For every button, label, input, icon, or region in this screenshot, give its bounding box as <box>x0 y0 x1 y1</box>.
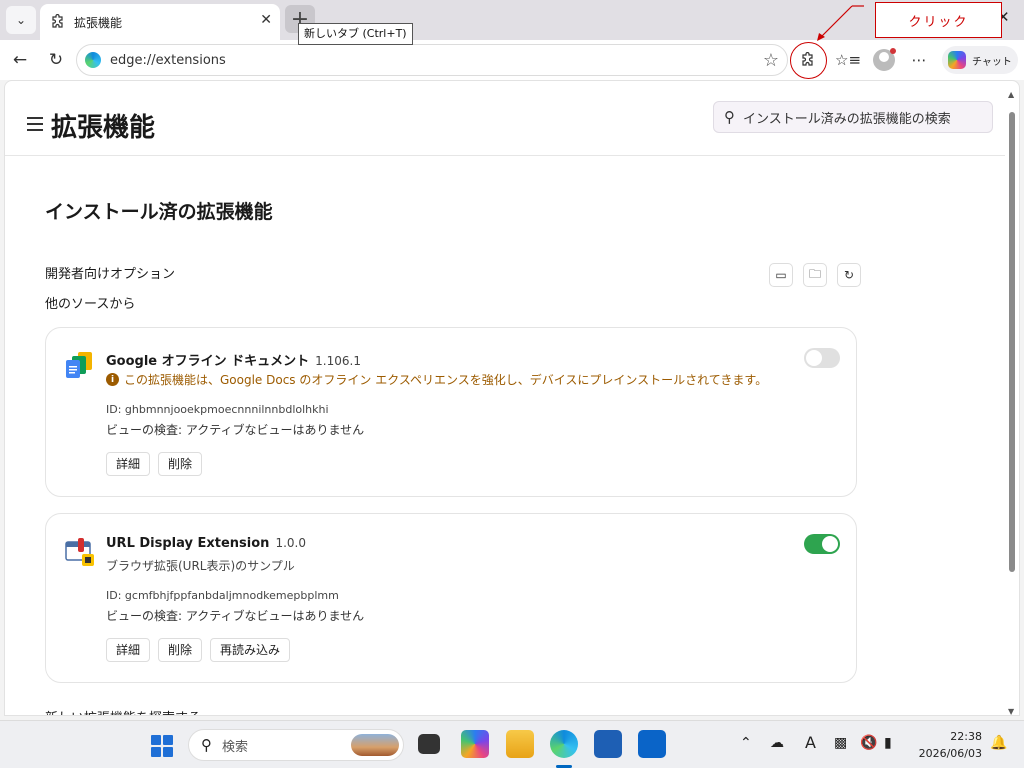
system-clock[interactable]: 22:38 2026/06/03 <box>916 728 982 762</box>
annotation-circle <box>790 42 827 79</box>
favorite-star-icon[interactable]: ☆ <box>763 50 779 71</box>
search-highlight-image <box>351 734 399 756</box>
extension-description: ブラウザ拡張(URL表示)のサンプル <box>106 559 295 573</box>
extension-toggle[interactable] <box>804 534 840 554</box>
explore-extensions-heading: 新しい拡張機能を探索する <box>45 707 201 715</box>
annotation-callout: クリック <box>875 2 1002 38</box>
extension-id: ID: ghbmnnjooekpmoecnnnilnnbdlolhkhi <box>106 403 329 416</box>
clock-date: 2026/06/03 <box>918 747 982 760</box>
ime-indicator[interactable]: A <box>805 733 816 752</box>
header-divider <box>5 155 1005 156</box>
extension-title: URL Display Extension <box>106 536 270 551</box>
extension-title: Google オフライン ドキュメント <box>106 354 310 369</box>
extension-name: URL Display Extension 1.0.0 <box>106 536 306 551</box>
cloud-off-icon[interactable]: ☁ <box>770 735 784 751</box>
other-sources-label: 他のソースから <box>45 297 136 312</box>
more-options-icon[interactable]: ⋯ <box>907 48 931 72</box>
scroll-down-icon[interactable]: ▼ <box>1008 707 1014 716</box>
tab-extensions[interactable]: 拡張機能 ✕ <box>40 4 280 40</box>
favorites-icon[interactable]: ☆≡ <box>835 48 861 72</box>
update-icon[interactable]: ↻ <box>837 263 861 287</box>
menu-icon[interactable] <box>27 117 43 131</box>
extension-card: Google オフライン ドキュメント 1.106.1 i この拡張機能は、Goo… <box>45 327 857 497</box>
taskbar-search[interactable]: ⚲ 検索 <box>188 729 404 761</box>
copilot-icon <box>948 51 966 69</box>
refresh-icon[interactable]: ↻ <box>44 48 68 72</box>
puzzle-icon <box>52 14 63 28</box>
extension-warning: i この拡張機能は、Google Docs のオフライン エクスペリエンスを強化… <box>106 371 767 388</box>
file-explorer-icon[interactable] <box>506 730 534 758</box>
inspect-views: ビューの検査: アクティブなビューはありません <box>106 423 365 437</box>
extension-id: ID: gcmfbhjfppfanbdaljmnodkemepbplmm <box>106 589 339 602</box>
new-tab-tooltip: 新しいタブ (Ctrl+T) <box>298 23 413 45</box>
tab-title: 拡張機能 <box>74 15 123 30</box>
extension-toggle[interactable] <box>804 348 840 368</box>
extensions-page: 拡張機能 ⚲ インストール済みの拡張機能の検索 インストール済の拡張機能 開発者… <box>4 80 1020 716</box>
chat-label: チャット <box>972 56 1012 68</box>
search-icon: ⚲ <box>724 108 735 126</box>
tab-strip: ⌄ 拡張機能 ✕ + ✕ <box>0 0 1024 40</box>
pack-extension-icon[interactable]: ▭ <box>769 263 793 287</box>
scrollbar[interactable]: ▲ ▼ <box>1007 90 1017 716</box>
battery-icon[interactable]: ▮ <box>884 735 892 751</box>
notification-dot <box>890 48 896 54</box>
close-icon[interactable]: ✕ <box>260 12 272 28</box>
scroll-thumb[interactable] <box>1009 112 1015 572</box>
extension-version: 1.0.0 <box>275 536 306 550</box>
windows-start-icon[interactable] <box>151 735 173 757</box>
chevron-up-icon[interactable]: ⌃ <box>740 735 752 751</box>
developer-tools: ▭ 🗀 ↻ <box>769 263 861 287</box>
page-title: 拡張機能 <box>51 113 156 143</box>
address-text: edge://extensions <box>110 52 226 68</box>
remove-button[interactable]: 削除 <box>158 638 203 662</box>
windows-taskbar: ⚲ 検索 ⌃ ☁ A ▩ 🔇 ▮ 22:38 2026/06/03 🔔 <box>0 720 1024 768</box>
browser-toolbar: ← ↻ edge://extensions ☆ ☆≡ ⋯ <box>0 40 1024 80</box>
back-arrow-icon[interactable]: ← <box>8 48 32 72</box>
extension-card: URL Display Extension 1.0.0 ブラウザ拡張(URL表示)… <box>45 513 857 683</box>
outlook-icon[interactable] <box>638 730 666 758</box>
extension-version: 1.106.1 <box>315 354 361 368</box>
google-docs-offline-icon <box>66 352 92 378</box>
warning-text: この拡張機能は、Google Docs のオフライン エクスペリエンスを強化し、… <box>124 373 768 387</box>
section-title: インストール済の拡張機能 <box>45 201 273 223</box>
clock-time: 22:38 <box>950 730 982 743</box>
extension-search-input[interactable]: ⚲ インストール済みの拡張機能の検索 <box>713 101 993 133</box>
chevron-down-icon: ⌄ <box>15 13 27 27</box>
volume-mute-icon[interactable]: 🔇 <box>860 735 877 751</box>
taskbar-search-label: 検索 <box>222 739 249 755</box>
address-bar[interactable]: edge://extensions ☆ <box>76 44 788 76</box>
task-view-icon[interactable] <box>418 734 440 754</box>
info-icon: i <box>106 373 119 386</box>
scroll-up-icon[interactable]: ▲ <box>1008 90 1014 99</box>
edge-logo-icon <box>85 52 101 68</box>
search-icon: ⚲ <box>201 736 212 754</box>
network-icon[interactable]: ▩ <box>834 735 847 751</box>
notification-bell-icon[interactable]: 🔔 <box>990 735 1007 751</box>
remove-button[interactable]: 削除 <box>158 452 203 476</box>
tab-actions-button[interactable]: ⌄ <box>6 6 36 34</box>
search-placeholder: インストール済みの拡張機能の検索 <box>743 111 951 127</box>
reload-button[interactable]: 再読み込み <box>210 638 291 662</box>
details-button[interactable]: 詳細 <box>106 638 151 662</box>
m365-icon[interactable] <box>461 730 489 758</box>
developer-options-label: 開発者向けオプション <box>45 267 176 282</box>
store-icon[interactable] <box>594 730 622 758</box>
url-display-extension-icon <box>65 538 94 566</box>
inspect-views: ビューの検査: アクティブなビューはありません <box>106 609 365 623</box>
edge-taskbar-icon[interactable] <box>550 730 578 758</box>
load-unpacked-icon[interactable]: 🗀 <box>803 263 827 287</box>
copilot-chat-button[interactable]: チャット <box>942 46 1018 74</box>
details-button[interactable]: 詳細 <box>106 452 151 476</box>
extension-name: Google オフライン ドキュメント 1.106.1 <box>106 350 361 369</box>
